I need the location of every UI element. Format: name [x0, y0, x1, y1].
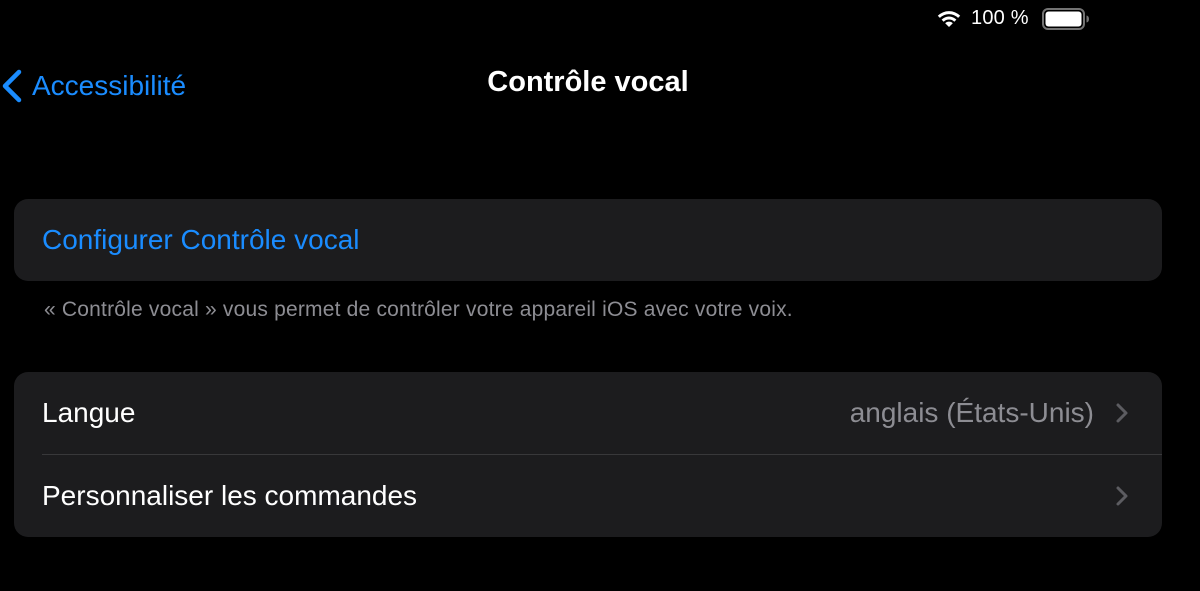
wifi-icon — [937, 11, 961, 27]
back-label: Accessibilité — [32, 70, 187, 101]
language-value: anglais (États-Unis) — [849, 397, 1094, 428]
battery-full-icon — [1042, 8, 1089, 30]
page-title: Contrôle vocal — [487, 66, 689, 98]
back-button[interactable]: Accessibilité — [0, 60, 186, 112]
customize-commands-row[interactable]: Personnaliser les commandes — [14, 455, 1162, 537]
battery-percent: 100 % — [971, 7, 1029, 29]
setup-footer-text: « Contrôle vocal » vous permet de contrô… — [44, 298, 793, 321]
chevron-right-icon — [1116, 403, 1128, 423]
status-bar: 100 % — [900, 0, 1200, 36]
setup-group: Configurer Contrôle vocal — [14, 199, 1162, 281]
customize-commands-label: Personnaliser les commandes — [42, 480, 418, 511]
language-label: Langue — [42, 397, 136, 428]
language-row[interactable]: Langue anglais (États-Unis) — [14, 372, 1162, 454]
chevron-left-icon — [2, 69, 22, 103]
configure-voice-control-button[interactable]: Configurer Contrôle vocal — [42, 199, 360, 281]
settings-group: Langue anglais (États-Unis) Personnalise… — [14, 372, 1162, 537]
chevron-right-icon — [1116, 486, 1128, 506]
